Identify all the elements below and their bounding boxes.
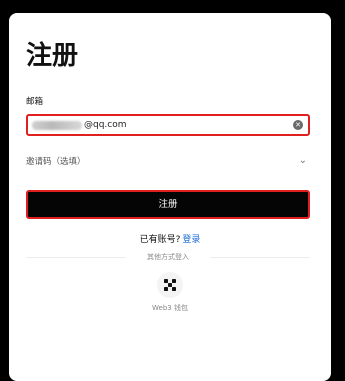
email-redacted-prefix: [32, 121, 82, 130]
chevron-down-icon[interactable]: ⌄: [299, 155, 307, 167]
login-prompt-text: 已有账号?: [139, 235, 181, 245]
register-button[interactable]: 注册: [26, 190, 310, 219]
invite-code-field[interactable]: 邀请码（选填） ⌄: [26, 154, 310, 170]
invite-code-label: 邀请码（选填）: [26, 157, 86, 167]
divider-line-right: [210, 257, 310, 258]
email-field[interactable]: @qq.com ✕: [26, 114, 310, 136]
web3-wallet-icon: [164, 279, 176, 291]
register-card: 注册 邮箱 @qq.com ✕ 邀请码（选填） ⌄ 注册 已有账号? 登录 其他方…: [9, 13, 331, 381]
login-link[interactable]: 登录: [182, 235, 200, 245]
web3-wallet-button[interactable]: [157, 272, 183, 298]
email-value: @qq.com: [84, 120, 127, 130]
page-title: 注册: [26, 41, 79, 71]
clear-icon[interactable]: ✕: [293, 120, 303, 130]
web3-wallet-label: Web3 钱包: [152, 304, 188, 312]
alt-login-divider: 其他方式登入: [26, 251, 310, 263]
login-prompt: 已有账号? 登录: [9, 234, 331, 246]
email-label: 邮箱: [26, 97, 44, 107]
